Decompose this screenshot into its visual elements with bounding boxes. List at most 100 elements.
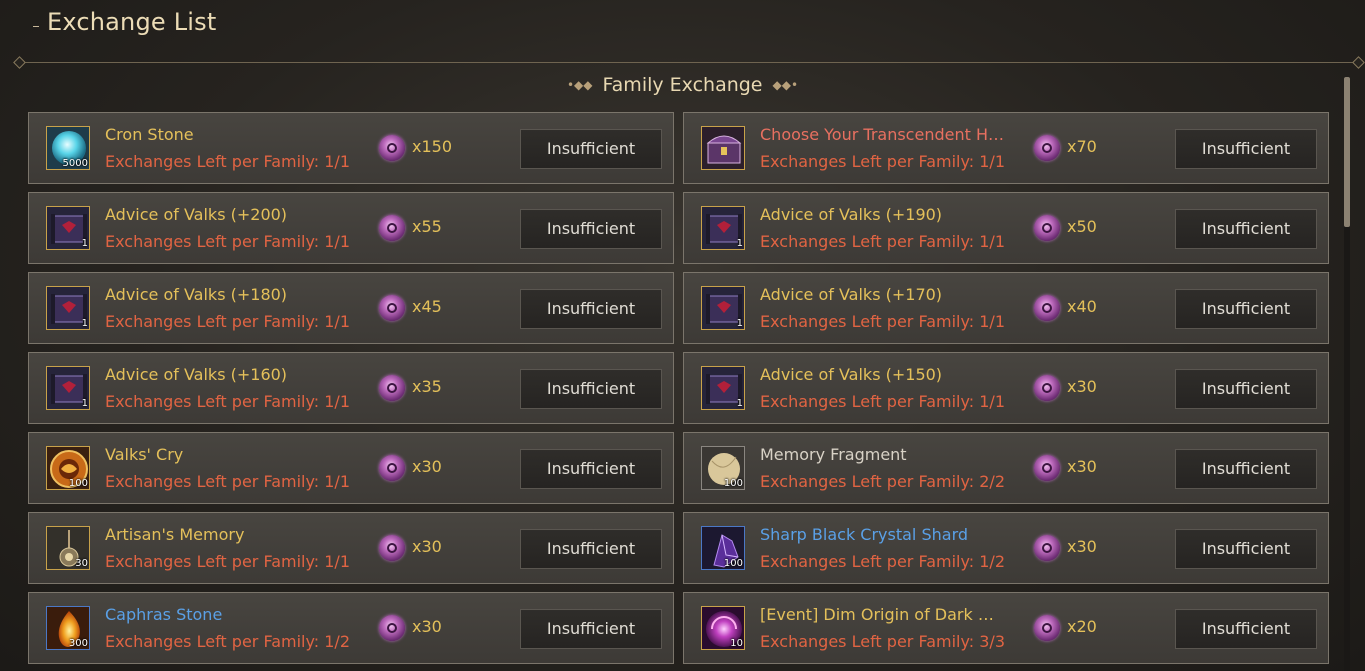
exchange-button[interactable]: Insufficient — [1175, 449, 1317, 489]
item-name: Artisan's Memory — [105, 525, 245, 544]
chest-icon[interactable] — [701, 126, 745, 170]
exchange-item-card: 100 Memory Fragment Exchanges Left per F… — [683, 432, 1329, 504]
exchange-button[interactable]: Insufficient — [520, 529, 662, 569]
exchange-limit: Exchanges Left per Family: 1/1 — [760, 312, 1005, 331]
exchange-button[interactable]: Insufficient — [1175, 129, 1317, 169]
exchange-item-card: 1 Advice of Valks (+180) Exchanges Left … — [28, 272, 674, 344]
exchange-item-card: Choose Your Transcendent Ham... Exchange… — [683, 112, 1329, 184]
scroll-icon[interactable]: 1 — [701, 366, 745, 410]
exchange-limit: Exchanges Left per Family: 1/1 — [760, 392, 1005, 411]
exchange-button[interactable]: Insufficient — [520, 369, 662, 409]
scroll-icon[interactable]: 1 — [46, 286, 90, 330]
item-name: Advice of Valks (+160) — [105, 365, 288, 384]
section-header: •◆◆ Family Exchange ◆◆• — [0, 74, 1365, 96]
exchange-limit: Exchanges Left per Family: 1/1 — [760, 152, 1005, 171]
exchange-item-card: 100 Valks' Cry Exchanges Left per Family… — [28, 432, 674, 504]
exchange-limit: Exchanges Left per Family: 1/2 — [760, 552, 1005, 571]
exchange-item-card: 1 Advice of Valks (+160) Exchanges Left … — [28, 352, 674, 424]
item-quantity: 300 — [68, 638, 88, 649]
item-name: Advice of Valks (+180) — [105, 285, 288, 304]
exchange-item-card: 300 Caphras Stone Exchanges Left per Fam… — [28, 592, 674, 664]
cron-stone-icon[interactable]: 5000 — [46, 126, 90, 170]
ornament-left-icon: •◆◆ — [566, 78, 593, 92]
exchange-limit: Exchanges Left per Family: 1/1 — [105, 232, 350, 251]
crystal-shard-icon[interactable]: 100 — [701, 526, 745, 570]
exchange-button[interactable]: Insufficient — [520, 609, 662, 649]
currency-coin-icon — [1034, 135, 1060, 161]
exchange-button[interactable]: Insufficient — [1175, 529, 1317, 569]
scrollbar[interactable] — [1344, 77, 1350, 671]
item-quantity: 30 — [75, 558, 88, 569]
item-cost: x55 — [412, 217, 442, 236]
exchange-item-card: 1 Advice of Valks (+200) Exchanges Left … — [28, 192, 674, 264]
exchange-limit: Exchanges Left per Family: 1/2 — [105, 632, 350, 651]
item-quantity: 100 — [723, 478, 743, 489]
dark-origin-icon[interactable]: 10 — [701, 606, 745, 650]
item-cost: x30 — [412, 617, 442, 636]
exchange-button[interactable]: Insufficient — [520, 209, 662, 249]
exchange-button[interactable]: Insufficient — [1175, 289, 1317, 329]
item-cost: x20 — [1067, 617, 1097, 636]
exchange-limit: Exchanges Left per Family: 1/1 — [105, 552, 350, 571]
item-name: Advice of Valks (+200) — [105, 205, 288, 224]
item-quantity: 1 — [81, 238, 88, 249]
item-name: Cron Stone — [105, 125, 194, 144]
exchange-limit: Exchanges Left per Family: 1/1 — [105, 312, 350, 331]
exchange-button[interactable]: Insufficient — [520, 449, 662, 489]
scrollbar-thumb[interactable] — [1344, 77, 1350, 227]
item-cost: x45 — [412, 297, 442, 316]
scroll-icon[interactable]: 1 — [701, 286, 745, 330]
exchange-limit: Exchanges Left per Family: 1/1 — [760, 232, 1005, 251]
exchange-list-window: Exchange List •◆◆ Family Exchange ◆◆• 5000… — [0, 0, 1365, 671]
item-quantity: 1 — [81, 398, 88, 409]
currency-coin-icon — [1034, 295, 1060, 321]
item-name: Memory Fragment — [760, 445, 907, 464]
item-cost: x50 — [1067, 217, 1097, 236]
exchange-item-card: 10 [Event] Dim Origin of Dark Hun... Exc… — [683, 592, 1329, 664]
item-name: Caphras Stone — [105, 605, 223, 624]
item-quantity: 1 — [736, 398, 743, 409]
currency-coin-icon — [1034, 455, 1060, 481]
currency-coin-icon — [1034, 215, 1060, 241]
item-quantity: 100 — [723, 558, 743, 569]
exchange-button[interactable]: Insufficient — [520, 129, 662, 169]
item-cost: x40 — [1067, 297, 1097, 316]
window-title: Exchange List — [47, 8, 217, 36]
item-cost: x35 — [412, 377, 442, 396]
exchange-item-card: 1 Advice of Valks (+150) Exchanges Left … — [683, 352, 1329, 424]
item-cost: x30 — [412, 457, 442, 476]
currency-coin-icon — [379, 455, 405, 481]
item-name: Advice of Valks (+170) — [760, 285, 943, 304]
currency-coin-icon — [1034, 375, 1060, 401]
item-cost: x30 — [1067, 537, 1097, 556]
artisan-memory-icon[interactable]: 30 — [46, 526, 90, 570]
scroll-icon[interactable]: 1 — [46, 206, 90, 250]
exchange-button[interactable]: Insufficient — [1175, 209, 1317, 249]
scroll-icon[interactable]: 1 — [701, 206, 745, 250]
exchange-item-card: 1 Advice of Valks (+190) Exchanges Left … — [683, 192, 1329, 264]
item-quantity: 1 — [736, 318, 743, 329]
item-name: Advice of Valks (+150) — [760, 365, 943, 384]
currency-coin-icon — [1034, 615, 1060, 641]
scroll-icon[interactable]: 1 — [46, 366, 90, 410]
item-quantity: 1 — [81, 318, 88, 329]
caphras-stone-icon[interactable]: 300 — [46, 606, 90, 650]
minimize-dash[interactable] — [33, 26, 39, 27]
title-divider — [18, 62, 1364, 63]
exchange-button[interactable]: Insufficient — [1175, 369, 1317, 409]
memory-fragment-icon[interactable]: 100 — [701, 446, 745, 490]
exchange-button[interactable]: Insufficient — [520, 289, 662, 329]
currency-coin-icon — [379, 295, 405, 321]
valks-cry-icon[interactable]: 100 — [46, 446, 90, 490]
exchange-limit: Exchanges Left per Family: 2/2 — [760, 472, 1005, 491]
item-cost: x30 — [1067, 377, 1097, 396]
exchange-item-card: 100 Sharp Black Crystal Shard Exchanges … — [683, 512, 1329, 584]
exchange-limit: Exchanges Left per Family: 1/1 — [105, 472, 350, 491]
exchange-limit: Exchanges Left per Family: 3/3 — [760, 632, 1005, 651]
item-cost: x30 — [412, 537, 442, 556]
exchange-item-card: 1 Advice of Valks (+170) Exchanges Left … — [683, 272, 1329, 344]
divider-ornament-left — [13, 56, 26, 69]
item-cost: x70 — [1067, 137, 1097, 156]
ornament-right-icon: ◆◆• — [772, 78, 799, 92]
exchange-button[interactable]: Insufficient — [1175, 609, 1317, 649]
